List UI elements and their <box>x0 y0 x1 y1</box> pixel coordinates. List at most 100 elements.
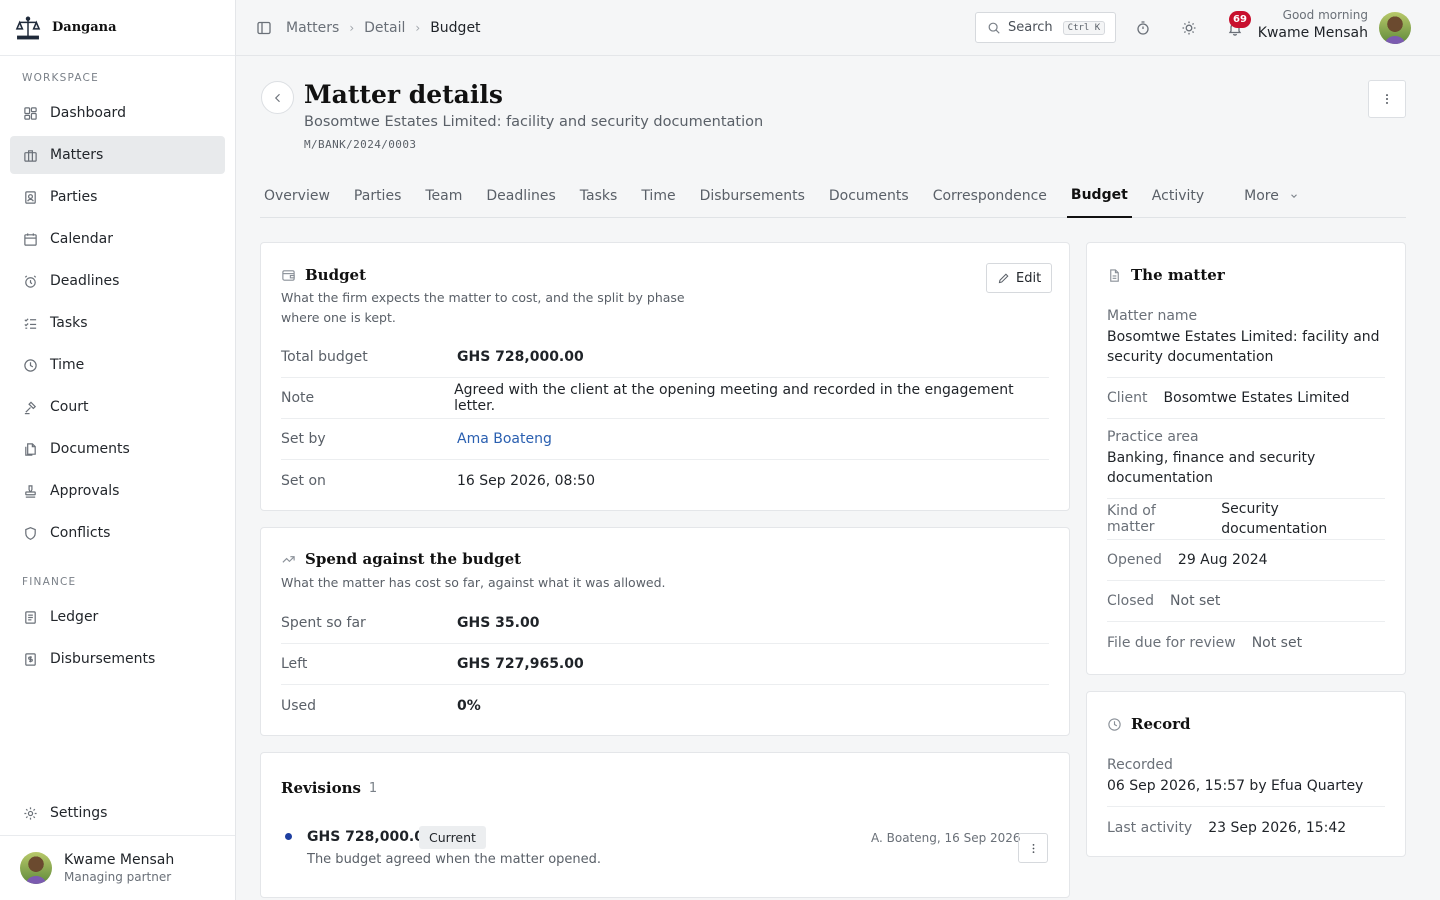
finance-section-label: FINANCE <box>22 576 77 588</box>
stamp-icon <box>22 483 38 499</box>
sidebar-item-label: Parties <box>50 189 98 205</box>
row-label: Set on <box>281 472 326 489</box>
status-badge: Current <box>419 826 486 849</box>
calendar-icon <box>22 231 38 247</box>
tasks-icon <box>22 315 38 331</box>
sidebar-item-dashboard[interactable]: Dashboard <box>10 94 225 132</box>
spend-row-spent: Spent so far GHS 35.00 <box>281 603 1049 644</box>
tab-documents[interactable]: Documents <box>825 174 913 218</box>
sidebar-item-ledger[interactable]: Ledger <box>10 598 225 636</box>
revision-description: The budget agreed when the matter opened… <box>307 852 602 867</box>
dashboard-icon <box>22 105 38 121</box>
tab-tasks[interactable]: Tasks <box>576 174 622 218</box>
breadcrumb-matters[interactable]: Matters <box>286 20 339 36</box>
budget-row-total: Total budget GHS 728,000.00 <box>281 337 1049 378</box>
sidebar-item-settings[interactable]: Settings <box>10 794 225 832</box>
sidebar-item-tasks[interactable]: Tasks <box>10 304 225 342</box>
sidebar-item-time[interactable]: Time <box>10 346 225 384</box>
contact-icon <box>22 189 38 205</box>
row-label: Opened <box>1107 552 1162 568</box>
sidebar-item-deadlines[interactable]: Deadlines <box>10 262 225 300</box>
sidebar-item-calendar[interactable]: Calendar <box>10 220 225 258</box>
recorded-value: 06 Sep 2026, 15:57 by Efua Quartey <box>1107 778 1364 794</box>
opened-value: 29 Aug 2024 <box>1177 552 1268 568</box>
main-content: Matter details Bosomtwe Estates Limited:… <box>236 56 1440 900</box>
tab-time[interactable]: Time <box>637 174 679 218</box>
tab-overview[interactable]: Overview <box>260 174 334 218</box>
matter-name-value: Bosomtwe Estates Limited: facility and s… <box>1107 329 1380 365</box>
user-role: Managing partner <box>64 870 172 884</box>
spend-card: Spend against the budget What the matter… <box>260 527 1070 736</box>
sidebar-item-disbursements[interactable]: Disbursements <box>10 640 225 678</box>
used-value: 0% <box>457 697 481 714</box>
matter-reference: M/BANK/2024/0003 <box>304 138 417 151</box>
sun-icon[interactable] <box>1181 20 1197 36</box>
sidebar-user[interactable]: Kwame Mensah Managing partner <box>0 835 235 900</box>
tab-budget[interactable]: Budget <box>1066 174 1132 218</box>
more-vertical-icon <box>1032 843 1034 853</box>
sidebar-item-label: Conflicts <box>50 525 111 541</box>
search-button[interactable]: Search Ctrl K <box>975 12 1116 43</box>
sidebar-item-label: Dashboard <box>50 105 126 121</box>
sidebar-item-court[interactable]: Court <box>10 388 225 426</box>
revision-actions-button[interactable] <box>1018 833 1048 863</box>
set-by-link[interactable]: Ama Boateng <box>457 431 552 447</box>
sidebar-item-conflicts[interactable]: Conflicts <box>10 514 225 552</box>
tab-deadlines[interactable]: Deadlines <box>482 174 559 218</box>
wallet-icon <box>281 268 296 283</box>
sidebar-item-label: Time <box>50 357 85 373</box>
row-label: Kind of matter <box>1107 503 1156 535</box>
edit-budget-button[interactable]: Edit <box>986 263 1053 293</box>
revision-amount: GHS 728,000.00 <box>307 829 434 845</box>
spend-row-left: Left GHS 727,965.00 <box>281 644 1049 685</box>
trending-up-icon <box>281 552 296 567</box>
edit-label: Edit <box>1016 270 1042 286</box>
tab-disbursements[interactable]: Disbursements <box>696 174 809 218</box>
budget-rows: Total budget GHS 728,000.00 Note Agreed … <box>281 337 1049 501</box>
shield-icon <box>22 525 38 541</box>
timer-icon[interactable] <box>1135 20 1151 36</box>
sidebar-item-label: Tasks <box>50 315 88 331</box>
breadcrumb-detail[interactable]: Detail <box>364 20 405 36</box>
greeting-text: Good morning <box>1282 8 1368 22</box>
record-row-last-activity: Last activity 23 Sep 2026, 15:42 <box>1107 807 1385 848</box>
matter-row-closed: Closed Not set <box>1107 581 1385 622</box>
row-label: Last activity <box>1107 819 1193 836</box>
clock-icon <box>1107 717 1122 732</box>
chevron-right-icon: › <box>349 20 355 35</box>
ledger-icon <box>22 609 38 625</box>
tab-more[interactable]: More <box>1240 174 1303 218</box>
alarm-icon <box>22 273 38 289</box>
back-button[interactable] <box>261 81 294 114</box>
tab-team[interactable]: Team <box>421 174 466 218</box>
sidebar-item-documents[interactable]: Documents <box>10 430 225 468</box>
breadcrumb-budget: Budget <box>430 19 481 36</box>
spend-card-title: Spend against the budget <box>305 550 522 568</box>
revision-meta: A. Boateng, 16 Sep 2026 <box>871 831 1021 845</box>
sidebar-item-parties[interactable]: Parties <box>10 178 225 216</box>
tab-correspondence[interactable]: Correspondence <box>929 174 1051 218</box>
revisions-count: 1 <box>368 780 378 796</box>
sidebar-item-matters[interactable]: Matters <box>10 136 225 174</box>
budget-card: Budget What the firm expects the matter … <box>260 242 1070 511</box>
workspace-nav: WORKSPACE Dashboard Matters Parties Cale… <box>0 56 235 678</box>
tab-activity[interactable]: Activity <box>1148 174 1208 218</box>
matter-rows: Matter name Bosomtwe Estates Limited: fa… <box>1107 298 1385 663</box>
budget-row-set-by: Set by Ama Boateng <box>281 419 1049 460</box>
sidebar-toggle-icon[interactable] <box>256 20 272 36</box>
revisions-card: Revisions 1 GHS 728,000.00 Current A. Bo… <box>260 752 1070 898</box>
avatar[interactable] <box>1379 12 1411 44</box>
row-label: File due for review <box>1107 634 1236 651</box>
chevron-down-icon <box>1290 194 1297 199</box>
tab-parties[interactable]: Parties <box>350 174 405 218</box>
user-greeting[interactable]: Good morning Kwame Mensah <box>1258 8 1368 41</box>
search-label: Search <box>1008 20 1053 35</box>
brand[interactable]: Dangana <box>0 0 235 56</box>
chevron-left-icon <box>274 93 280 102</box>
search-shortcut: Ctrl K <box>1062 20 1106 35</box>
sidebar-item-approvals[interactable]: Approvals <box>10 472 225 510</box>
avatar <box>20 852 52 884</box>
review-due-value: Not set <box>1251 634 1303 651</box>
page-actions-button[interactable] <box>1368 80 1406 118</box>
gavel-icon <box>22 399 38 415</box>
